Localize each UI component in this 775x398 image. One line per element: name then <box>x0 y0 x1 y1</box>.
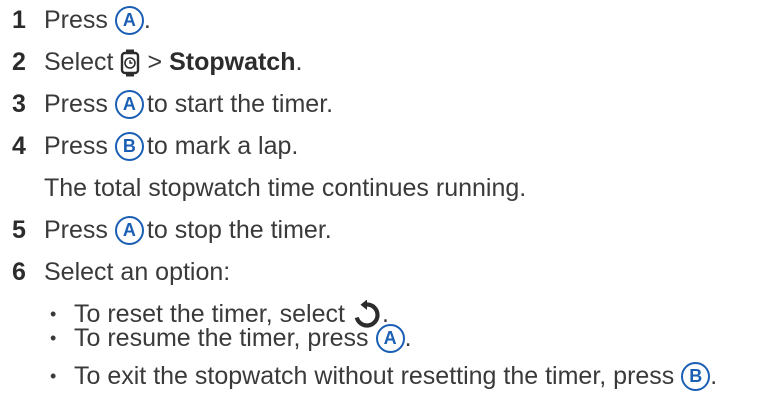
step-text-end: to start the timer. <box>146 90 334 118</box>
button-a-icon: A <box>375 323 405 353</box>
step-number: 2 <box>12 48 26 76</box>
step-text-end: to stop the timer. <box>146 216 332 244</box>
button-a-icon: A <box>114 5 144 35</box>
step-number: 3 <box>12 90 26 118</box>
button-a-icon: A <box>114 89 144 119</box>
step-text: Select an option: <box>44 258 231 286</box>
step-number: 6 <box>12 258 26 286</box>
step-number: 1 <box>12 6 26 34</box>
breadcrumb-separator: > <box>147 48 163 76</box>
step-text: Press <box>44 216 108 244</box>
option-text: To exit the stopwatch without resetting … <box>74 362 675 390</box>
step-number: 5 <box>12 216 26 244</box>
option-text: To resume the timer, press <box>74 324 369 352</box>
menu-label-stopwatch: Stopwatch <box>169 48 296 76</box>
step-number: 4 <box>12 132 26 160</box>
step-4-note: The total stopwatch time continues runni… <box>44 174 527 202</box>
button-b-icon: B <box>681 361 711 391</box>
option-text-end: . <box>710 362 718 390</box>
watch-icon <box>120 44 140 80</box>
step-text: Press <box>44 132 108 160</box>
instruction-list: 1 Press A . 2 Select > Stopwatch . 3 Pre… <box>0 0 775 398</box>
button-b-icon: B <box>114 131 144 161</box>
step-text-end: . <box>295 48 303 76</box>
step-text: Select <box>44 48 114 76</box>
bullet: • <box>50 328 57 348</box>
step-text: Press <box>44 6 108 34</box>
button-a-icon: A <box>114 215 144 245</box>
step-text-end: . <box>143 6 151 34</box>
option-text-end: . <box>404 324 412 352</box>
bullet: • <box>50 366 57 386</box>
step-text-end: to mark a lap. <box>146 132 299 160</box>
step-text: Press <box>44 90 108 118</box>
